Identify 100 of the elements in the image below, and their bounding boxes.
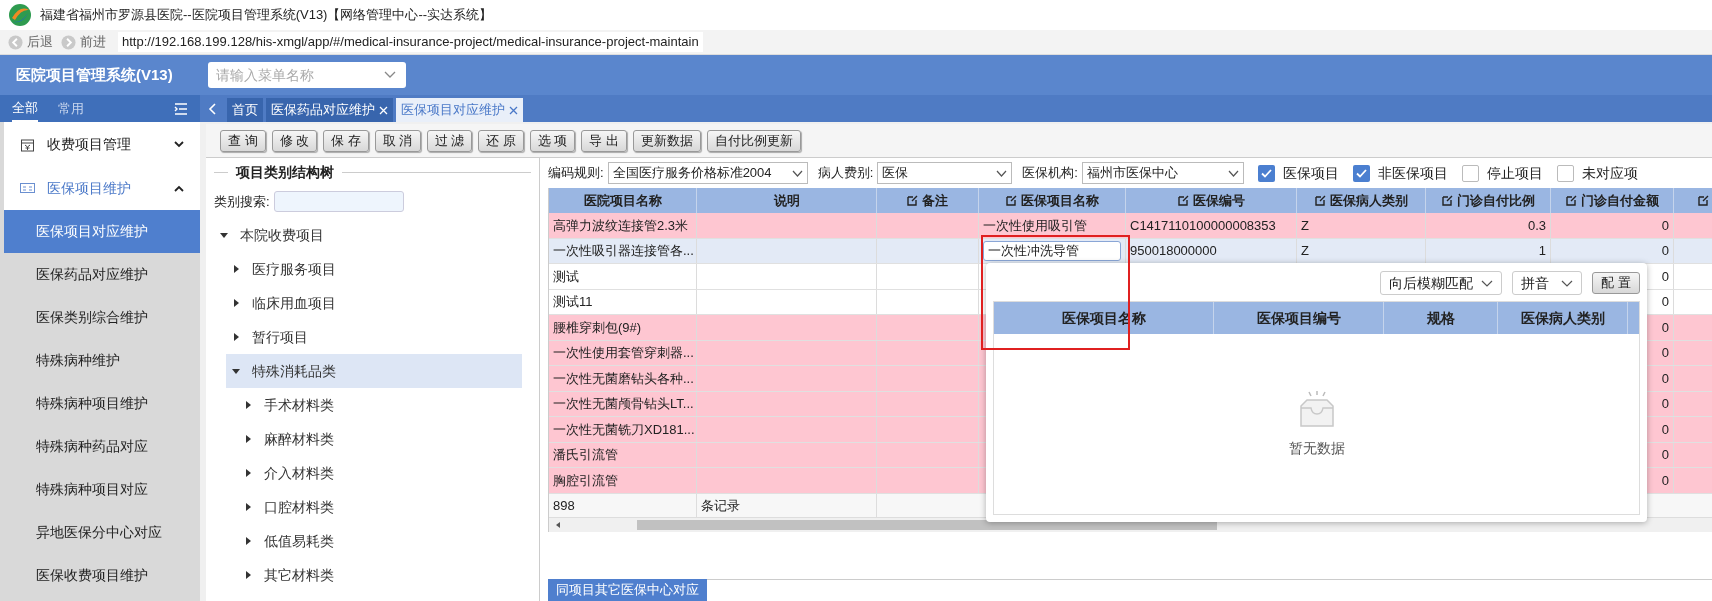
table-cell-text: 一次性使用吸引管	[983, 216, 1087, 235]
checkbox-label: 停止项目	[1486, 163, 1543, 183]
table-cell-text: 测试11	[553, 293, 593, 311]
back-button[interactable]: 后退	[8, 32, 53, 52]
chevron-down-icon	[996, 169, 1008, 177]
sidebar-group[interactable]: 收费项目管理	[4, 122, 200, 166]
cell-editor-field[interactable]: 一次性冲洗导管	[983, 240, 1121, 261]
checkbox[interactable]	[1461, 164, 1479, 182]
expand-caret-icon[interactable]	[232, 265, 240, 273]
toolbar-button[interactable]: 修 改	[271, 129, 318, 152]
expand-caret-icon[interactable]	[244, 537, 252, 545]
category-search-field[interactable]	[273, 191, 404, 212]
tree-node[interactable]: 低值易耗类	[238, 524, 522, 558]
page-tab[interactable]: 医保项目对应维护	[396, 98, 523, 122]
filter-label: 病人费别:	[817, 164, 874, 183]
expand-caret-icon[interactable]	[244, 503, 252, 511]
expand-caret-icon[interactable]	[244, 401, 252, 409]
edit-icon	[1565, 195, 1577, 206]
expand-caret-icon[interactable]	[244, 435, 252, 443]
edit-icon	[1005, 195, 1017, 206]
page-tab[interactable]: 医保药品对应维护	[266, 98, 393, 122]
checkbox[interactable]	[1257, 164, 1275, 182]
table-cell-text: 腰椎穿刺包(9#)	[553, 318, 642, 337]
sidebar-item[interactable]: 特殊病种项目对应	[4, 468, 200, 511]
sidebar-item[interactable]: 医保药品对应维护	[4, 253, 200, 296]
toolbar-button[interactable]: 自付比例更新	[707, 129, 801, 152]
toolbar-button[interactable]: 查 询	[220, 129, 266, 152]
chevron-down-icon	[1227, 169, 1239, 177]
checkbox[interactable]	[1556, 164, 1574, 182]
filter-select[interactable]: 医保	[877, 162, 1013, 184]
close-icon[interactable]	[509, 105, 518, 115]
sidebar-item[interactable]: 医保类别综合维护	[4, 296, 200, 339]
filter-select[interactable]: 全国医疗服务价格标准2004	[607, 162, 808, 184]
column-header[interactable]: 医保病人类别	[1498, 302, 1628, 334]
filter-select[interactable]: 福州市医保中心	[1081, 162, 1244, 184]
table-row[interactable]: 高弹力波纹连接管2.3米 一次性使用吸引管 C1417110100000008353 Z 0.3 0	[549, 213, 1712, 239]
chevron-up-icon	[174, 184, 184, 192]
toolbar-button[interactable]: 选 项	[529, 129, 576, 152]
table-cell-text: 0.3	[1527, 216, 1546, 235]
toolbar-button[interactable]: 保 存	[323, 129, 369, 152]
tree-node[interactable]: 暂行项目	[226, 320, 522, 354]
toolbar-button[interactable]: 过 滤	[426, 129, 473, 152]
app-title: 医院项目管理系统(V13)	[16, 66, 173, 83]
id-card-icon	[20, 182, 35, 194]
chevron-down-icon	[1481, 279, 1494, 287]
bottom-tab[interactable]: 同项目其它医保中心对应	[548, 579, 707, 601]
sidebar-item[interactable]: 医保项目对应维护	[4, 210, 200, 253]
sidebar-item[interactable]: 异地医保分中心对应	[4, 511, 200, 554]
tree-node[interactable]: 介入材料类	[238, 456, 522, 490]
sidebar-item[interactable]: 医保收费项目维护	[4, 554, 200, 597]
tree-node[interactable]: 医疗服务项目	[226, 252, 522, 286]
address-field[interactable]: http://192.168.199.128/his-xmgl/app/#/medical-insurance-project/medical-insurance-project-maintain	[118, 32, 703, 52]
table-cell-text: 一次性无菌磨钻头各种...	[553, 369, 694, 388]
sidebar-item[interactable]: 特殊病种维护	[4, 339, 200, 382]
expand-caret-icon[interactable]	[232, 333, 240, 341]
input-mode-select[interactable]: 拼音	[1512, 271, 1583, 295]
table-cell-text: 一次性使用套管穿刺器...	[553, 344, 694, 362]
tree-node[interactable]: 特殊消耗品类	[226, 354, 522, 388]
table-cell-text: 测试	[553, 267, 579, 286]
menu-icon[interactable]	[174, 102, 188, 115]
sidebar-tab[interactable]: 常用	[58, 95, 84, 122]
collapse-caret-icon[interactable]	[232, 367, 240, 375]
tree-node[interactable]: 临床用血项目	[226, 286, 522, 320]
forward-button[interactable]: 前进	[61, 32, 106, 52]
expand-caret-icon[interactable]	[244, 571, 252, 579]
tree-node[interactable]: 麻醉材料类	[238, 422, 522, 456]
record-count: 898	[553, 496, 575, 515]
table-cell-text: 0	[1661, 344, 1669, 362]
filter-label: 编码规则:	[548, 164, 604, 183]
menu-search-field[interactable]: 请输入菜单名称	[208, 62, 406, 88]
page-tab[interactable]: 首页	[227, 98, 263, 122]
toolbar-button[interactable]: 还 原	[478, 129, 524, 152]
tree-node[interactable]: 口腔材料类	[238, 490, 522, 524]
table-row[interactable]: 一次性吸引器连接管各... 一次性冲洗导管 950018000000 Z 1 0	[549, 238, 1712, 264]
config-button[interactable]: 配 置	[1592, 272, 1640, 294]
tree-title: 项目类别结构树	[236, 163, 334, 182]
tree-node[interactable]: 本院收费项目	[214, 218, 522, 252]
expand-caret-icon[interactable]	[244, 469, 252, 477]
chevron-down-icon	[791, 169, 803, 177]
checkbox[interactable]	[1352, 164, 1370, 182]
tree-node[interactable]: 手术材料类	[238, 388, 522, 422]
match-mode-select[interactable]: 向后模糊匹配	[1380, 271, 1503, 295]
tree-node[interactable]: 其它材料类	[238, 558, 522, 592]
scroll-left-icon[interactable]	[208, 102, 216, 115]
toolbar-button[interactable]: 更新数据	[633, 129, 701, 152]
tab-label: 医保项目对应维护	[401, 101, 505, 120]
table-cell-text: 一次性无菌铣刀XD181...	[553, 420, 695, 439]
chevron-down-icon	[1561, 279, 1574, 287]
scrollbar-thumb[interactable]	[637, 520, 1217, 530]
collapse-caret-icon[interactable]	[220, 231, 228, 239]
toolbar-button[interactable]: 导 出	[581, 129, 627, 152]
column-header[interactable]: 规格	[1384, 302, 1498, 334]
column-header[interactable]: 医保项目编号	[1214, 302, 1384, 334]
sidebar-group[interactable]: 医保项目维护	[4, 166, 200, 210]
sidebar-item[interactable]: 特殊病种药品对应	[4, 425, 200, 468]
fee-box-icon	[20, 136, 35, 152]
expand-caret-icon[interactable]	[232, 299, 240, 307]
sidebar-item[interactable]: 特殊病种项目维护	[4, 382, 200, 425]
toolbar-button[interactable]: 取 消	[374, 129, 421, 152]
filter-label: 医保机构:	[1022, 164, 1078, 183]
